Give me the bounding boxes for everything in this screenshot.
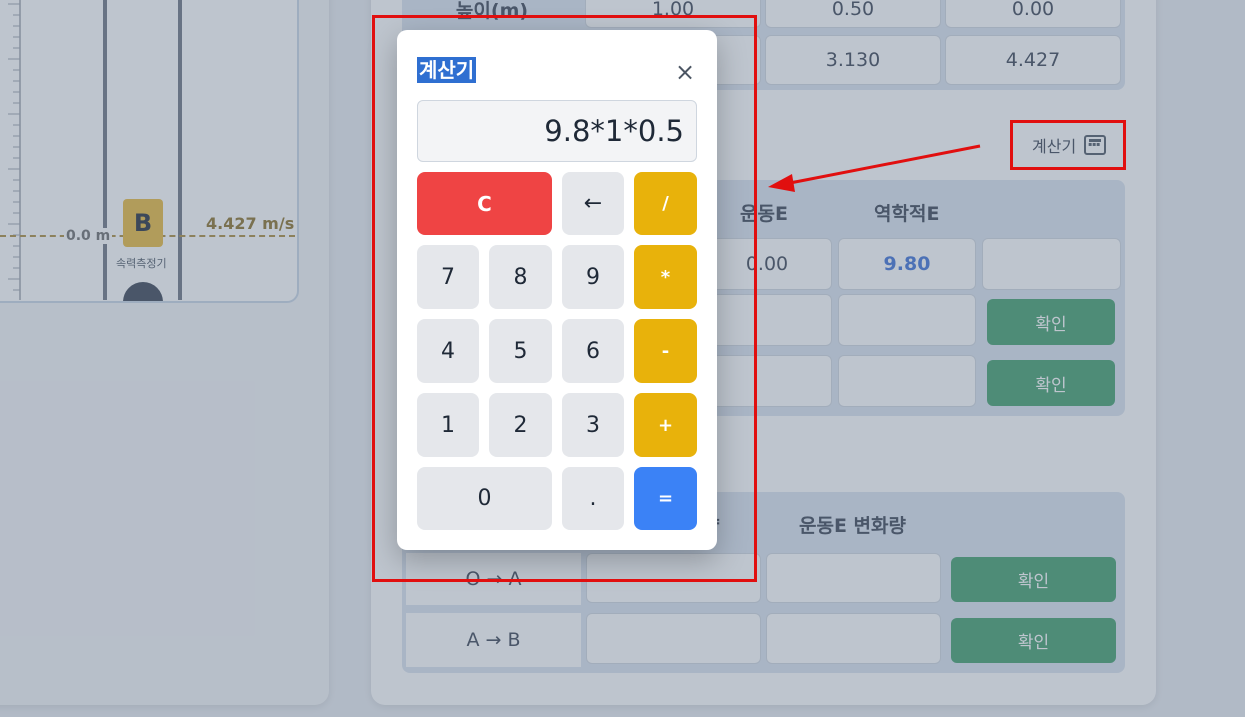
annotation-arrow	[768, 144, 981, 192]
